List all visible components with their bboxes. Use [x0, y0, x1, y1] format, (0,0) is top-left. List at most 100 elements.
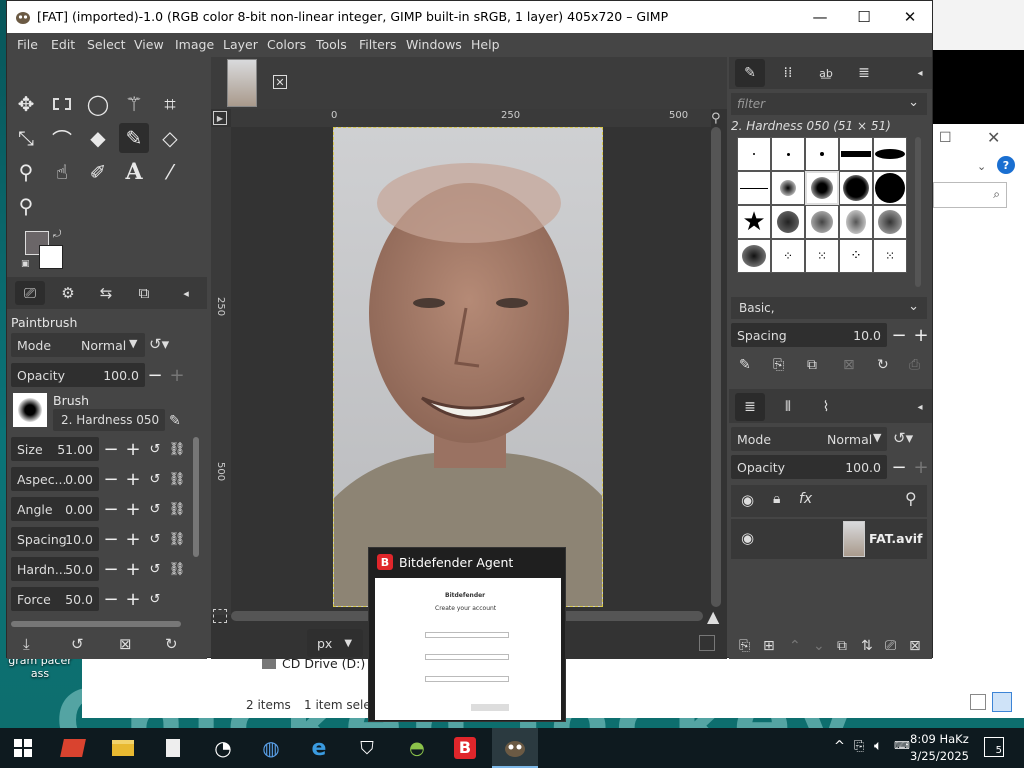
- duplicate-brush-icon[interactable]: ⧉: [807, 357, 817, 373]
- security-shield-icon[interactable]: ⛉: [344, 728, 390, 768]
- spacing-reset-icon[interactable]: ↺: [145, 527, 165, 551]
- size-reset-icon[interactable]: ↺: [145, 437, 165, 461]
- size-link-icon[interactable]: ⛓: [167, 437, 187, 461]
- file-explorer-window[interactable]: ☐ ✕ ⌄ ? ⌕: [930, 124, 1024, 718]
- reset-options-icon[interactable]: ↻: [165, 635, 178, 653]
- brush-cell[interactable]: [873, 205, 907, 239]
- background-color-swatch[interactable]: [39, 245, 63, 269]
- quick-mask-menu-icon[interactable]: ▶: [213, 111, 227, 125]
- hardness-reset-icon[interactable]: ↺: [145, 557, 165, 581]
- navigate-icon[interactable]: ▲: [707, 607, 719, 626]
- bitdefender-thumbnail[interactable]: Bitdefender Create your account: [375, 578, 561, 720]
- large-icons-view-icon[interactable]: [992, 692, 1012, 712]
- edit-brush-icon[interactable]: ✎: [739, 357, 751, 373]
- hardness-increase-icon[interactable]: +: [123, 557, 143, 581]
- fit-window-icon[interactable]: [699, 635, 715, 651]
- menu-file[interactable]: File: [17, 33, 38, 52]
- clock-time[interactable]: 8:09 HaKz: [910, 732, 969, 746]
- menu-view[interactable]: View: [134, 33, 164, 52]
- close-button[interactable]: ✕: [887, 1, 933, 33]
- brush-cell[interactable]: ★: [737, 205, 771, 239]
- menu-tools[interactable]: Tools: [316, 33, 347, 52]
- save-options-icon[interactable]: ⤓: [23, 635, 30, 653]
- aspect-decrease-icon[interactable]: −: [101, 467, 121, 491]
- free-select-tool-icon[interactable]: ◯: [83, 89, 113, 119]
- angle-increase-icon[interactable]: +: [123, 497, 143, 521]
- smudge-tool-icon[interactable]: ☝: [47, 157, 77, 187]
- size-decrease-icon[interactable]: −: [101, 437, 121, 461]
- force-slider[interactable]: Force 50.0: [11, 587, 99, 611]
- configure-tab-icon[interactable]: ◂: [905, 59, 935, 87]
- lower-layer-icon[interactable]: ⌄: [813, 638, 825, 654]
- mode-dropdown[interactable]: Mode Normal ▼: [11, 333, 145, 357]
- move-tool-icon[interactable]: ✥: [11, 89, 41, 119]
- configure-tab-icon[interactable]: ◂: [171, 281, 201, 305]
- text-tool-icon[interactable]: A: [119, 157, 149, 187]
- new-layer-group-icon[interactable]: ⊞: [763, 638, 775, 654]
- fuzzy-select-tool-icon[interactable]: ⚚: [119, 89, 149, 119]
- internet-explorer-icon[interactable]: e: [296, 728, 342, 768]
- transform-tool-icon[interactable]: ⤡: [11, 123, 41, 153]
- aspect-link-icon[interactable]: ⛓: [167, 467, 187, 491]
- paths-tool-icon[interactable]: ✐: [83, 157, 113, 187]
- undo-history-tab-icon[interactable]: ⇆: [91, 281, 121, 305]
- zoom-tool-icon[interactable]: ⚲: [11, 191, 41, 221]
- layer-mode-dropdown[interactable]: Mode Normal ▼: [731, 427, 887, 451]
- patterns-tab-icon[interactable]: ⁞⁞: [773, 59, 803, 87]
- android-icon[interactable]: ◓: [394, 728, 440, 768]
- refresh-brushes-icon[interactable]: ↻: [877, 357, 889, 373]
- force-reset-icon[interactable]: ↺: [145, 587, 165, 611]
- brush-cell[interactable]: [873, 137, 907, 171]
- volume-icon[interactable]: 🔈︎: [874, 738, 882, 754]
- mode-reset-icon[interactable]: ↺▾: [149, 335, 169, 353]
- layer-mode-reset-icon[interactable]: ↺▾: [893, 429, 913, 447]
- fonts-tab-icon[interactable]: a͟b: [811, 59, 841, 87]
- brush-cell[interactable]: [771, 171, 805, 205]
- layer-opacity-decrease-icon[interactable]: −: [889, 455, 909, 479]
- bitdefender-preview-popup[interactable]: B Bitdefender Agent Bitdefender Create y…: [368, 547, 566, 722]
- rect-select-tool-icon[interactable]: [47, 89, 77, 119]
- notifications-icon[interactable]: 5: [984, 737, 1004, 757]
- duplicate-layer-icon[interactable]: ⧉: [837, 638, 847, 654]
- brush-spacing-increase-icon[interactable]: +: [911, 323, 931, 347]
- close-icon[interactable]: ✕: [273, 75, 287, 89]
- paintbrush-tool-icon[interactable]: ✎: [119, 123, 149, 153]
- paths-tab-icon[interactable]: ⌇: [811, 393, 841, 421]
- layer-opacity-increase-icon[interactable]: +: [911, 455, 931, 479]
- brush-cell[interactable]: [737, 171, 771, 205]
- spacing-decrease-icon[interactable]: −: [101, 527, 121, 551]
- aspect-slider[interactable]: Aspec... 0.00: [11, 467, 99, 491]
- color-picker-tool-icon[interactable]: ⁄: [155, 157, 185, 187]
- lock-icon[interactable]: 🔒︎: [773, 491, 780, 507]
- raise-layer-icon[interactable]: ⌃: [789, 638, 801, 654]
- brush-cell[interactable]: [771, 205, 805, 239]
- brushes-tab-icon[interactable]: ✎: [735, 59, 765, 87]
- layer-visibility-icon[interactable]: ◉: [741, 529, 754, 547]
- clone-tool-icon[interactable]: ⚲: [11, 157, 41, 187]
- opacity-increase-icon[interactable]: +: [167, 363, 187, 387]
- default-colors-icon[interactable]: ▣: [21, 259, 30, 269]
- start-button[interactable]: [0, 728, 46, 768]
- merge-layer-icon[interactable]: ⇅: [861, 638, 873, 654]
- bitdefender-taskbar-icon[interactable]: B: [442, 728, 488, 768]
- brush-cell[interactable]: [737, 137, 771, 171]
- layer-opacity-slider[interactable]: Opacity 100.0: [731, 455, 887, 479]
- force-increase-icon[interactable]: +: [123, 587, 143, 611]
- spacing-slider[interactable]: Spacing 10.0: [11, 527, 99, 551]
- unit-dropdown[interactable]: px ▼: [307, 629, 363, 657]
- brush-cell[interactable]: [805, 205, 839, 239]
- document-icon[interactable]: [150, 728, 196, 768]
- warp-tool-icon[interactable]: ⌒: [47, 123, 77, 153]
- menu-edit[interactable]: Edit: [51, 33, 75, 52]
- zoom-icon[interactable]: ⚲: [711, 111, 721, 126]
- brush-grid[interactable]: ★ ⁘ ⁙ ⁘ ⁙: [737, 137, 907, 295]
- taskbar-app-red-icon[interactable]: [50, 728, 96, 768]
- brush-preview[interactable]: [13, 393, 47, 427]
- delete-options-icon[interactable]: ⊠: [119, 635, 132, 653]
- size-slider[interactable]: Size 51.00: [11, 437, 99, 461]
- clock-date[interactable]: 3/25/2025: [910, 749, 969, 763]
- brush-cell[interactable]: [873, 171, 907, 205]
- help-icon[interactable]: ?: [997, 156, 1015, 174]
- crop-tool-icon[interactable]: ⌗: [155, 89, 185, 119]
- explorer-search-input[interactable]: ⌕: [933, 182, 1007, 208]
